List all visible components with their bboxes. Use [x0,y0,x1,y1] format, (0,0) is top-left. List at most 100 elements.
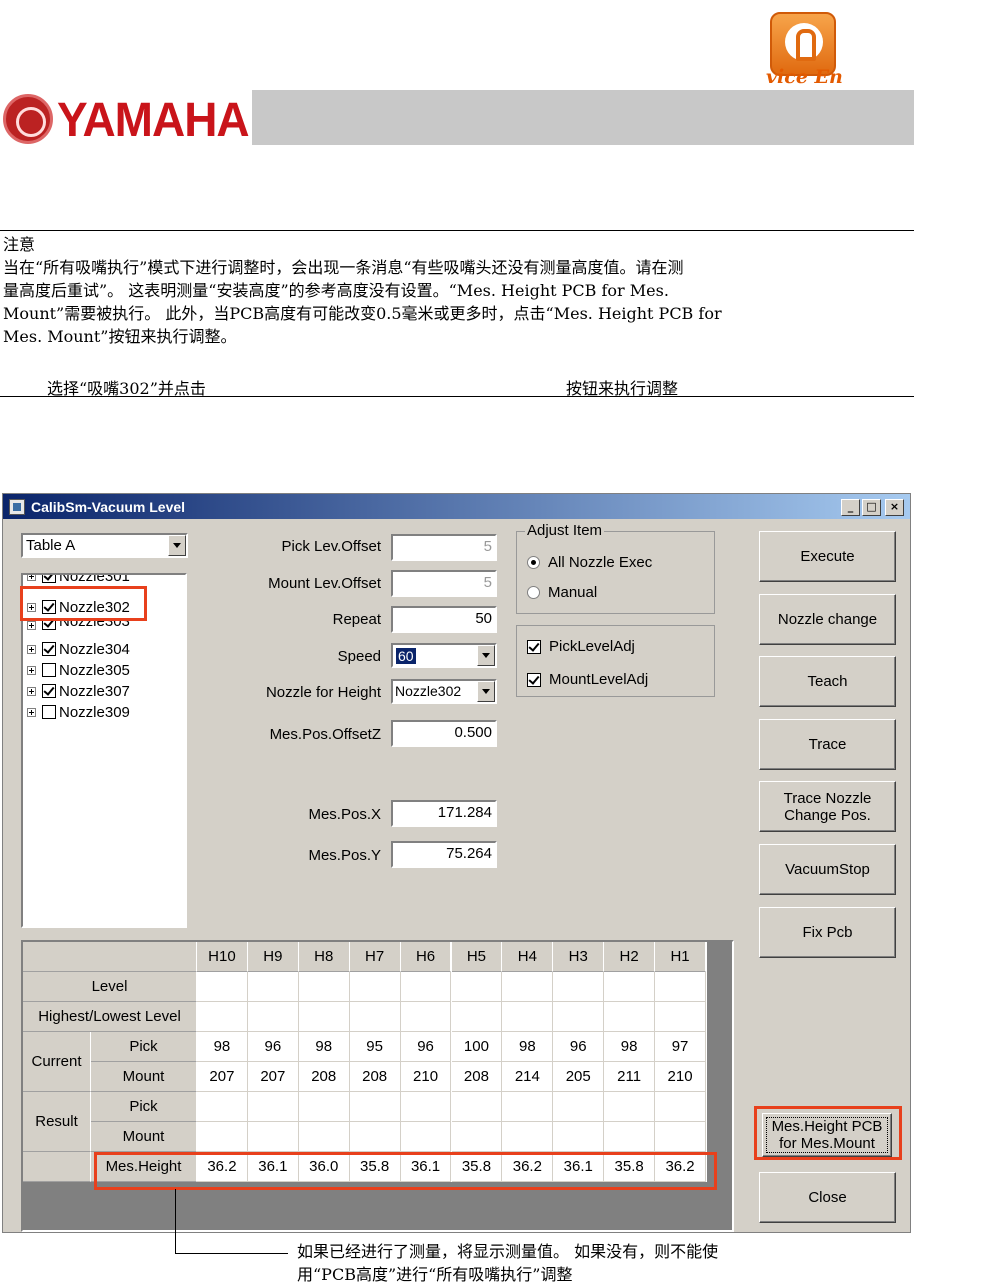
offset-z-field[interactable]: 0.500 [391,720,497,747]
grid-cell: 97 [655,1032,706,1062]
row-label-highest: Highest/Lowest Level [23,1002,197,1032]
row-label-mes-height: Mes.Height [91,1152,197,1182]
checkbox[interactable] [42,600,56,614]
grid-cell: 35.8 [451,1152,503,1182]
pick-level-label: PickLevelAdj [549,638,635,655]
mount-level-check[interactable]: MountLevelAdj [527,671,648,688]
expand-icon[interactable] [27,707,36,717]
grid-cell: 210 [400,1062,452,1092]
grid-cell [451,1002,503,1032]
offset-z-label: Mes.Pos.OffsetZ [269,726,381,743]
grid-cell [400,1122,452,1152]
pick-offset-field[interactable]: 5 [391,534,497,561]
mes-height-pcb-button[interactable]: Mes.Height PCB for Mes.Mount [762,1113,892,1157]
trace-button[interactable]: Trace [759,719,896,770]
grid-cell: 36.1 [553,1152,605,1182]
grid-cell [655,1122,706,1152]
pos-y-field[interactable]: 75.264 [391,841,497,868]
grid-cell [604,1002,656,1032]
grid-cell [247,1002,299,1032]
repeat-field[interactable]: 50 [391,606,497,633]
tree-item-label: Nozzle303 [59,618,130,630]
checkbox[interactable] [42,663,56,677]
divider-bottom [0,396,914,397]
execute-button[interactable]: Execute [759,531,896,582]
radio-all-label: All Nozzle Exec [548,554,653,571]
grid-cell: 207 [197,1062,248,1092]
vacuum-stop-button[interactable]: VacuumStop [759,844,896,895]
level-grid[interactable]: H10 H9 H8 H7 H6 H5 H4 H3 H2 H1 Level Highest/Lowest… [21,940,734,1232]
grid-cells: H10 H9 H8 H7 H6 H5 H4 H3 H2 H1 Level Highest/Lowest… [23,942,707,1182]
checkbox[interactable] [527,672,541,687]
chevron-down-icon[interactable] [477,645,495,666]
pick-level-check[interactable]: PickLevelAdj [527,638,635,655]
note-block: 注意 当在“所有吸嘴执行”模式下进行调整时，会出现一条消息“有些吸嘴头还没有测量… [3,233,903,348]
grid-cell: 96 [400,1032,452,1062]
tree-item-label: Nozzle302 [59,598,130,616]
row-label-pick: Pick [91,1092,197,1122]
mount-offset-field[interactable]: 5 [391,570,497,597]
radio-icon[interactable] [527,586,540,599]
row-label-result: Result [23,1092,91,1152]
pos-y-label: Mes.Pos.Y [308,847,381,864]
expand-icon[interactable] [27,575,36,581]
checkbox[interactable] [42,618,56,630]
column-header: H10 [197,942,248,972]
maximize-button[interactable]: □ [862,499,881,516]
tree-item[interactable]: Nozzle303 [27,618,130,630]
column-header: H8 [298,942,350,972]
expand-icon[interactable] [27,621,36,630]
fix-pcb-button[interactable]: Fix Pcb [759,907,896,958]
chevron-down-icon[interactable] [168,535,186,556]
grid-cell: 35.8 [349,1152,401,1182]
grid-cell [604,1092,656,1122]
nozzle-height-value: Nozzle302 [395,683,462,699]
teach-button[interactable]: Teach [759,656,896,707]
grid-side-area [707,942,732,1182]
tree-item[interactable]: Nozzle305 [27,660,130,680]
close-button[interactable]: Close [759,1172,896,1223]
adjust-item-group: Adjust Item All Nozzle Exec Manual [516,522,715,614]
radio-icon[interactable] [527,556,540,569]
speed-select[interactable]: 60 [391,643,497,668]
grid-cell [604,972,656,1002]
grid-cell [349,1122,401,1152]
expand-icon[interactable] [27,665,36,675]
pos-x-field[interactable]: 171.284 [391,800,497,827]
column-header: H6 [400,942,452,972]
row-label-level: Level [23,972,197,1002]
radio-all-nozzle[interactable]: All Nozzle Exec [527,554,652,571]
expand-icon[interactable] [27,602,36,612]
grid-cell [400,1002,452,1032]
tree-item[interactable]: Nozzle307 [27,681,130,701]
grid-cell [451,1122,503,1152]
nozzle-tree[interactable]: Nozzle301 Nozzle302 Nozzle303 Nozzle304 … [21,573,187,928]
note-line: 注意 [3,235,36,254]
minimize-button[interactable]: _ [841,499,860,516]
checkbox[interactable] [42,705,56,719]
tree-item[interactable]: Nozzle302 [27,597,130,617]
chevron-down-icon[interactable] [477,681,495,702]
grid-cell: 98 [298,1032,350,1062]
grid-cell: 214 [502,1062,554,1092]
grid-cell [451,1092,503,1122]
nozzle-change-button[interactable]: Nozzle change [759,594,896,645]
checkbox[interactable] [42,684,56,698]
grid-cell [553,972,605,1002]
checkbox[interactable] [42,642,56,656]
trace-nozzle-button[interactable]: Trace Nozzle Change Pos. [759,781,896,832]
tree-item[interactable]: Nozzle301 [27,573,130,586]
radio-manual[interactable]: Manual [527,584,597,601]
tree-item[interactable]: Nozzle309 [27,702,130,722]
expand-icon[interactable] [27,686,36,696]
expand-icon[interactable] [27,644,36,654]
nozzle-height-select[interactable]: Nozzle302 [391,679,497,704]
close-window-button[interactable]: × [885,499,904,516]
grid-cell: 36.2 [197,1152,248,1182]
table-select[interactable]: Table A [21,533,188,558]
tree-item-label: Nozzle301 [59,573,130,585]
checkbox[interactable] [527,639,541,654]
checkbox[interactable] [42,575,56,583]
brand-wordmark: YAMAHA [57,91,250,147]
tree-item[interactable]: Nozzle304 [27,639,130,659]
